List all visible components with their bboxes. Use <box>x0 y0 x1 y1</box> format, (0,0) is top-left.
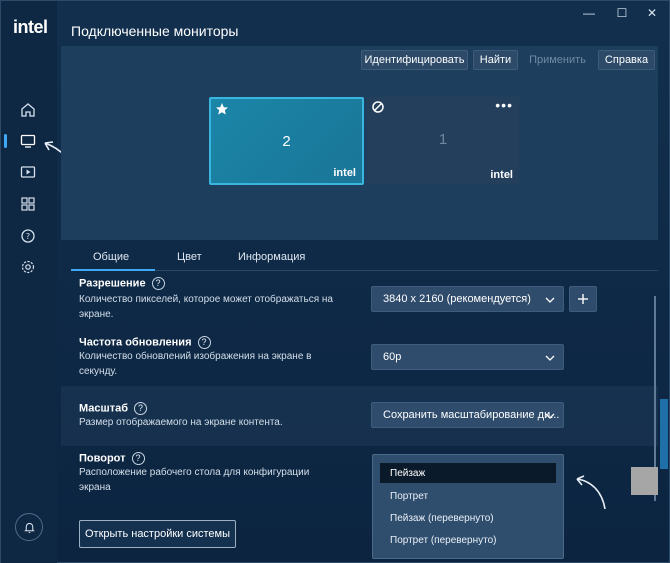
sidebar-item-display[interactable] <box>17 130 39 152</box>
monitor-brand: intel <box>333 167 356 179</box>
apply-button[interactable]: Применить <box>525 50 590 70</box>
chevron-down-icon <box>545 355 555 361</box>
settings-tabs: Общие Цвет Информация <box>71 245 658 271</box>
nav-active-indicator <box>4 134 7 148</box>
annotation-arrow-icon <box>576 475 606 510</box>
gear-icon <box>21 260 35 274</box>
resolution-select[interactable]: 3840 x 2160 (рекомендуется) <box>371 286 564 312</box>
help-icon[interactable]: ? <box>197 336 211 349</box>
refresh-select[interactable]: 60p <box>371 344 564 370</box>
close-button[interactable]: ✕ <box>642 5 662 21</box>
overlay-square <box>631 467 658 495</box>
minimize-button[interactable]: — <box>579 5 599 21</box>
resolution-desc: Количество пикселей, которое может отобр… <box>79 294 333 320</box>
tab-color[interactable]: Цвет <box>177 251 202 263</box>
refresh-desc: Количество обновлений изображения на экр… <box>79 351 312 377</box>
active-tab-indicator <box>71 269 155 271</box>
help-icon[interactable]: ? <box>131 452 145 465</box>
maximize-button[interactable]: ☐ <box>612 5 632 21</box>
help-button[interactable]: Справка <box>598 50 655 70</box>
page-title: Подключенные мониторы <box>71 23 239 39</box>
star-icon <box>216 103 228 115</box>
help-icon[interactable]: ? <box>151 277 165 290</box>
scale-select[interactable]: Сохранить масштабирование ди... <box>371 402 564 428</box>
svg-text:?: ? <box>26 232 30 241</box>
bell-icon <box>23 522 35 533</box>
notifications-button[interactable] <box>15 513 43 541</box>
sidebar: intel ? <box>1 1 57 563</box>
monitor-2[interactable]: 2 intel <box>209 97 364 185</box>
resolution-value: 3840 x 2160 (рекомендуется) <box>383 293 531 305</box>
add-resolution-button[interactable] <box>569 286 597 312</box>
help-icon[interactable]: ? <box>134 402 148 415</box>
sidebar-item-apps[interactable] <box>17 193 39 215</box>
monitor-brand: intel <box>490 169 513 181</box>
monitor-number: 1 <box>438 131 448 148</box>
intel-logo: intel <box>13 17 48 37</box>
plus-icon <box>578 294 588 304</box>
monitor-more-icon[interactable]: ••• <box>495 97 513 113</box>
rotation-dropdown: Пейзаж Портрет Пейзаж (перевернуто) Порт… <box>372 454 564 559</box>
monitor-icon <box>20 134 36 148</box>
chevron-down-icon <box>545 413 555 419</box>
sidebar-item-video[interactable] <box>17 161 39 183</box>
grid-icon <box>21 197 35 211</box>
rotation-option-portrait[interactable]: Портрет <box>380 486 556 506</box>
scale-desc: Размер отображаемого на экране контента. <box>79 417 283 428</box>
open-system-settings-button[interactable]: Открыть настройки системы <box>79 520 236 548</box>
resolution-title: Разрешение? <box>79 277 165 290</box>
tab-info[interactable]: Информация <box>238 251 305 263</box>
rotation-title: Поворот? <box>79 452 145 465</box>
rotation-option-portrait-flipped[interactable]: Портрет (перевернуто) <box>380 530 556 550</box>
sidebar-item-help[interactable]: ? <box>17 225 39 247</box>
scrollbar-thumb[interactable] <box>660 399 668 469</box>
monitor-layout-panel: Идентифицировать Найти Применить Справка… <box>61 46 658 240</box>
video-icon <box>20 166 36 178</box>
scale-value: Сохранить масштабирование ди... <box>383 409 560 421</box>
app-window: intel ? — ☐ ✕ Подключенные мониторы Иден… <box>0 0 670 563</box>
tab-general[interactable]: Общие <box>93 251 129 263</box>
refresh-title: Частота обновления? <box>79 336 211 349</box>
find-button[interactable]: Найти <box>473 50 518 70</box>
disabled-icon <box>372 101 384 113</box>
home-icon <box>21 103 35 117</box>
help-icon: ? <box>21 229 35 243</box>
monitor-number: 2 <box>282 133 291 150</box>
rotation-option-landscape[interactable]: Пейзаж <box>380 463 556 483</box>
sidebar-item-settings[interactable] <box>17 256 39 278</box>
chevron-down-icon <box>545 297 555 303</box>
scale-title: Масштаб? <box>79 402 148 415</box>
sidebar-item-home[interactable] <box>17 99 39 121</box>
rotation-option-landscape-flipped[interactable]: Пейзаж (перевернуто) <box>380 508 556 528</box>
identify-button[interactable]: Идентифицировать <box>361 50 468 70</box>
refresh-value: 60p <box>383 351 402 363</box>
monitor-1[interactable]: ••• 1 intel <box>367 97 519 185</box>
rotation-desc: Расположение рабочего стола для конфигур… <box>79 467 310 493</box>
